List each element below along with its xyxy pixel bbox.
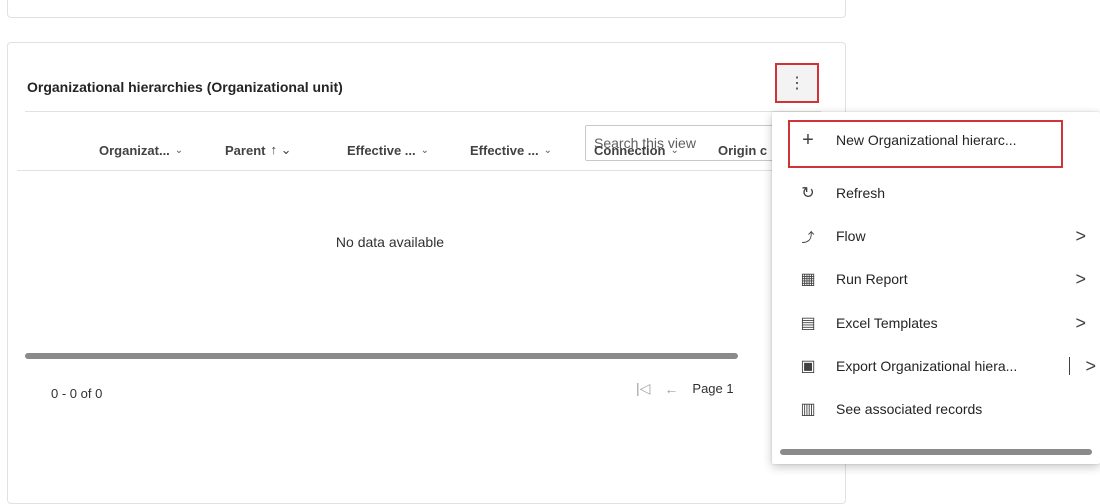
title-divider	[25, 111, 821, 112]
menu-horizontal-scrollbar[interactable]	[780, 449, 1092, 455]
menu-item-refresh[interactable]: ↻ Refresh	[772, 173, 1100, 213]
page-label: Page 1	[692, 381, 734, 396]
more-vertical-icon: ⋮	[789, 75, 805, 92]
chevron-right-icon: >	[1075, 268, 1086, 289]
column-header-connection[interactable]: Connection ⌄	[594, 130, 679, 170]
chevron-down-icon: ⌄	[174, 144, 184, 156]
header-divider	[17, 170, 777, 171]
split-divider	[1069, 357, 1070, 375]
empty-state-message: No data available	[335, 234, 445, 250]
highlight-frame	[788, 120, 1063, 168]
grid-header: Organizat... ⌄ Parent ↑ ⌄ Effective ... ⌄ E…	[17, 130, 777, 170]
flow-icon: ⤴	[801, 229, 815, 245]
org-hierarchies-subgrid: Organizational hierarchies (Organization…	[7, 42, 846, 504]
menu-item-new-organizational-hierarchy[interactable]: + New Organizational hierarc...	[772, 120, 1100, 168]
excel-export-icon: ▣	[800, 358, 816, 375]
chevron-down-icon: ⌄	[543, 144, 553, 156]
column-header-organization[interactable]: Organizat... ⌄	[99, 130, 183, 170]
menu-item-excel-templates[interactable]: ▤ Excel Templates >	[772, 303, 1100, 343]
previous-page-icon[interactable]: ←	[664, 381, 678, 397]
pagination: |◁ ← Page 1	[636, 380, 734, 397]
chevron-right-icon[interactable]: >	[1085, 356, 1096, 377]
refresh-icon: ↻	[801, 185, 815, 202]
more-commands-button[interactable]: ⋮	[775, 63, 819, 103]
menu-item-run-report[interactable]: ▦ Run Report >	[772, 259, 1100, 299]
column-header-effective-start[interactable]: Effective ... ⌄	[347, 130, 429, 170]
column-header-parent[interactable]: Parent ↑ ⌄	[225, 130, 291, 170]
record-count: 0 - 0 of 0	[51, 386, 103, 401]
chevron-down-icon: ⌄	[420, 144, 430, 156]
column-header-origin[interactable]: Origin c	[718, 130, 767, 170]
previous-section-card	[7, 0, 846, 18]
chevron-down-icon: ⌄	[670, 144, 679, 156]
more-commands-menu: + New Organizational hierarc... ↻ Refres…	[772, 112, 1100, 464]
excel-template-icon: ▤	[800, 315, 816, 332]
menu-item-export[interactable]: ▣ Export Organizational hiera... >	[772, 346, 1100, 386]
report-icon: ▦	[800, 271, 816, 288]
subgrid-title: Organizational hierarchies (Organization…	[27, 79, 343, 95]
column-header-effective-end[interactable]: Effective ... ⌄	[470, 130, 552, 170]
sort-ascending-icon: ↑ ⌄	[270, 142, 292, 157]
first-page-icon[interactable]: |◁	[636, 380, 650, 397]
chevron-right-icon: >	[1075, 225, 1086, 246]
horizontal-scrollbar[interactable]	[25, 353, 738, 359]
menu-item-flow[interactable]: ⤴ Flow >	[772, 216, 1100, 256]
associated-records-icon: ▥	[800, 401, 816, 418]
menu-item-see-associated-records[interactable]: ▥ See associated records	[772, 389, 1100, 429]
chevron-right-icon: >	[1075, 312, 1086, 333]
